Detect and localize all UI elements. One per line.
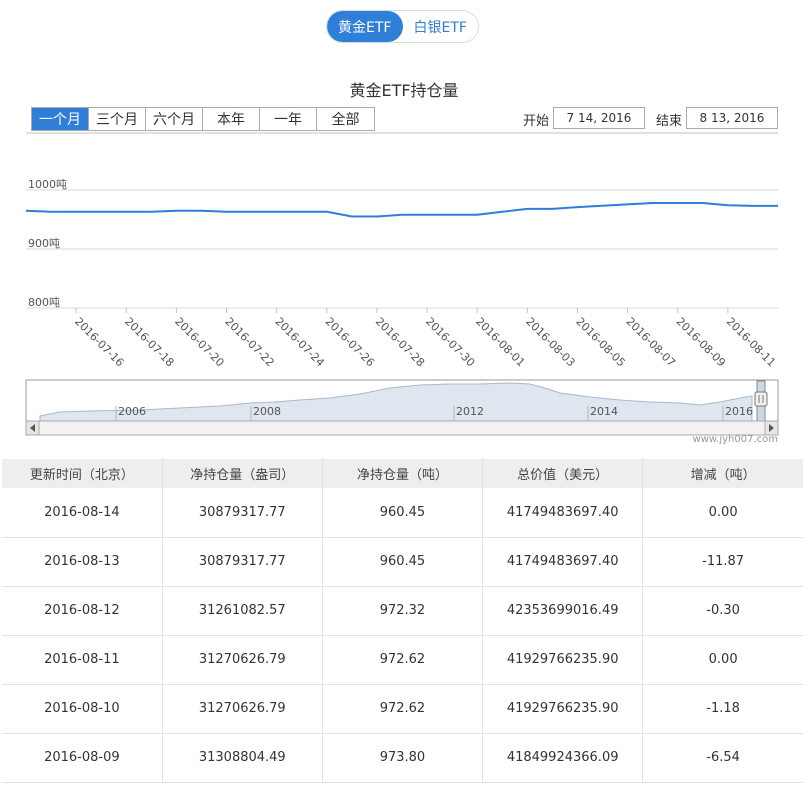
y-tick-label: 900吨 xyxy=(28,237,60,250)
cell-date: 2016-08-11 xyxy=(2,635,163,685)
start-date-label: 开始 xyxy=(523,114,550,129)
cell-value: 41849924366.09 xyxy=(482,733,644,783)
x-tick-label: 2016-07-28 xyxy=(373,315,427,369)
navigator-year-label: 2012 xyxy=(456,405,484,418)
col-update-time: 更新时间（北京） xyxy=(2,459,163,488)
cell-value: 41749483697.40 xyxy=(482,488,644,538)
range-6m-button[interactable]: 六个月 xyxy=(146,108,203,130)
table-row: 2016-08-10 31270626.79 972.62 4192976623… xyxy=(2,684,803,734)
range-3m-button[interactable]: 三个月 xyxy=(89,108,146,130)
tab-silver-etf[interactable]: 白银ETF xyxy=(403,11,479,42)
cell-tonnes: 960.45 xyxy=(322,537,484,587)
x-tick-label: 2016-08-01 xyxy=(473,315,527,369)
chart-title: 黄金ETF持仓量 xyxy=(349,81,459,100)
cell-tonnes: 972.32 xyxy=(322,586,484,636)
x-tick-label: 2016-07-18 xyxy=(122,315,176,369)
cell-ounces: 31270626.79 xyxy=(162,684,323,734)
range-all-button[interactable]: 全部 xyxy=(317,108,374,130)
cell-tonnes: 972.62 xyxy=(322,635,484,685)
y-tick-label: 1000吨 xyxy=(28,178,67,191)
cell-change: -0.30 xyxy=(642,586,803,636)
y-axis-labels: 1000吨 900吨 800吨 xyxy=(28,178,67,309)
range-selector: 一个月 三个月 六个月 本年 一年 全部 xyxy=(31,107,375,131)
x-tick-label: 2016-07-20 xyxy=(172,315,226,369)
cell-change: -11.87 xyxy=(642,537,803,587)
x-tick-label: 2016-07-22 xyxy=(222,315,276,369)
cell-value: 41749483697.40 xyxy=(482,537,644,587)
navigator-year-label: 2006 xyxy=(118,405,146,418)
cell-ounces: 30879317.77 xyxy=(162,488,323,538)
etf-toggle: 黄金ETF 白银ETF xyxy=(326,10,479,43)
tab-gold-etf[interactable]: 黄金ETF xyxy=(327,11,403,42)
cell-value: 42353699016.49 xyxy=(482,586,644,636)
cell-value: 41929766235.90 xyxy=(482,684,644,734)
x-tick-label: 2016-08-07 xyxy=(623,315,677,369)
watermark: www.jyh007.com xyxy=(692,434,778,445)
x-tick-label: 2016-07-26 xyxy=(323,315,377,369)
table-row: 2016-08-13 30879317.77 960.45 4174948369… xyxy=(2,537,803,587)
table-row: 2016-08-09 31308804.49 973.80 4184992436… xyxy=(2,733,803,783)
end-date-label: 结束 xyxy=(656,114,683,129)
start-date-input[interactable]: 7 14, 2016 xyxy=(553,107,645,129)
x-tick-label: 2016-08-09 xyxy=(674,315,728,369)
cell-tonnes: 972.62 xyxy=(322,684,484,734)
grid-layer xyxy=(26,189,778,309)
navigator-year-label: 2016 xyxy=(725,405,753,418)
cell-change: 0.00 xyxy=(642,635,803,685)
scrollbar[interactable] xyxy=(25,420,779,436)
range-1y-button[interactable]: 一年 xyxy=(260,108,317,130)
x-axis-labels: 2016-07-162016-07-182016-07-202016-07-22… xyxy=(72,308,778,369)
cell-ounces: 31270626.79 xyxy=(162,635,323,685)
holdings-line xyxy=(25,202,778,218)
x-tick-label: 2016-07-30 xyxy=(423,315,477,369)
y-tick-label: 800吨 xyxy=(28,296,60,309)
navigator-year-label: 2014 xyxy=(590,405,618,418)
range-1m-button[interactable]: 一个月 xyxy=(32,108,89,130)
x-tick-label: 2016-08-03 xyxy=(523,315,577,369)
x-tick-label: 2016-07-16 xyxy=(72,315,126,369)
cell-value: 41929766235.90 xyxy=(482,635,644,685)
holdings-table: 更新时间（北京） 净持仓量（盎司） 净持仓量（吨） 总价值（美元） 增减（吨） … xyxy=(2,459,803,783)
end-date-input[interactable]: 8 13, 2016 xyxy=(686,107,778,129)
col-net-ounces: 净持仓量（盎司） xyxy=(162,459,323,488)
cell-change: -6.54 xyxy=(642,733,803,783)
navigator-handle[interactable] xyxy=(754,391,768,407)
col-total-value: 总价值（美元） xyxy=(482,459,644,488)
cell-change: 0.00 xyxy=(642,488,803,538)
cell-date: 2016-08-13 xyxy=(2,537,163,587)
table-header-row: 更新时间（北京） 净持仓量（盎司） 净持仓量（吨） 总价值（美元） 增减（吨） xyxy=(2,459,803,488)
x-tick-label: 2016-08-05 xyxy=(573,315,627,369)
table-row: 2016-08-12 31261082.57 972.32 4235369901… xyxy=(2,586,803,636)
cell-date: 2016-08-10 xyxy=(2,684,163,734)
cell-ounces: 30879317.77 xyxy=(162,537,323,587)
table-row: 2016-08-11 31270626.79 972.62 4192976623… xyxy=(2,635,803,685)
cell-change: -1.18 xyxy=(642,684,803,734)
cell-date: 2016-08-14 xyxy=(2,488,163,538)
x-tick-label: 2016-07-24 xyxy=(273,315,327,369)
cell-date: 2016-08-09 xyxy=(2,733,163,783)
cell-date: 2016-08-12 xyxy=(2,586,163,636)
cell-tonnes: 973.80 xyxy=(322,733,484,783)
range-ytd-button[interactable]: 本年 xyxy=(203,108,260,130)
cell-ounces: 31308804.49 xyxy=(162,733,323,783)
col-net-tonnes: 净持仓量（吨） xyxy=(322,459,484,488)
table-row: 2016-08-14 30879317.77 960.45 4174948369… xyxy=(2,488,803,538)
x-tick-label: 2016-08-11 xyxy=(724,315,778,369)
cell-tonnes: 960.45 xyxy=(322,488,484,538)
navigator-year-label: 2008 xyxy=(253,405,281,418)
cell-ounces: 31261082.57 xyxy=(162,586,323,636)
col-change: 增减（吨） xyxy=(642,459,803,488)
holdings-chart: 1000吨900吨800吨 2016-07-162016-07-182016-0… xyxy=(25,132,779,436)
